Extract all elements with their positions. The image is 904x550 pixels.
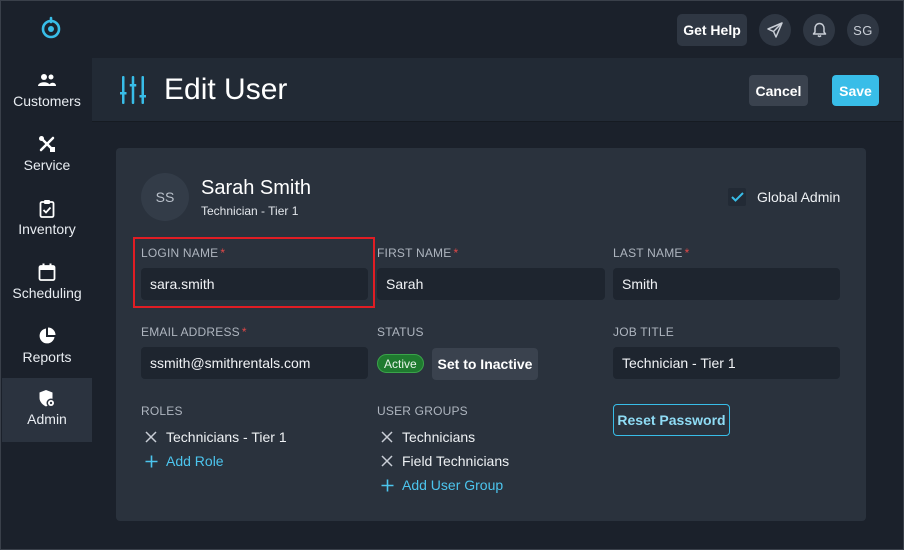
sidebar-item-label: Reports: [22, 349, 72, 365]
sidebar-item-reports[interactable]: Reports: [2, 316, 92, 380]
send-button[interactable]: [759, 14, 791, 46]
sidebar-item-scheduling[interactable]: Scheduling: [2, 252, 92, 316]
add-role-button[interactable]: Add Role: [145, 453, 224, 469]
job-title-label: JOB TITLE: [613, 325, 674, 339]
sliders-icon: [120, 76, 146, 104]
avatar: SS: [141, 173, 189, 221]
last-name-label: LAST NAME *: [613, 246, 690, 260]
close-icon[interactable]: [145, 431, 157, 443]
sidebar-item-service[interactable]: Service: [2, 124, 92, 188]
user-group-chip: Field Technicians: [381, 453, 509, 469]
add-user-group-button[interactable]: Add User Group: [381, 477, 503, 493]
user-avatar-button[interactable]: SG: [847, 14, 879, 46]
login-name-highlight: [133, 237, 375, 308]
close-icon[interactable]: [381, 431, 393, 443]
global-admin-toggle[interactable]: Global Admin: [728, 188, 840, 206]
plus-icon: [145, 455, 158, 467]
sidebar-item-label: Admin: [27, 411, 67, 427]
get-help-button[interactable]: Get Help: [677, 14, 747, 46]
sidebar-item-label: Service: [23, 157, 71, 173]
global-admin-checkbox[interactable]: [728, 188, 746, 206]
save-button[interactable]: Save: [832, 75, 879, 106]
email-field[interactable]: [141, 347, 368, 379]
sidebar-item-label: Inventory: [18, 221, 76, 237]
roles-label: ROLES: [141, 404, 183, 418]
user-name: Sarah Smith: [201, 177, 312, 199]
checkmark-icon: [730, 192, 744, 202]
user-groups-label: USER GROUPS: [377, 404, 468, 418]
notifications-button[interactable]: [803, 14, 835, 46]
set-to-inactive-button[interactable]: Set to Inactive: [432, 348, 538, 380]
first-name-label: FIRST NAME *: [377, 246, 459, 260]
first-name-input[interactable]: [377, 268, 605, 300]
shield-gear-icon: [37, 388, 57, 408]
user-group-chip: Technicians: [381, 429, 475, 445]
page-title: Edit User: [164, 73, 288, 106]
sidebar-item-label: Customers: [13, 93, 81, 109]
status-badge: Active: [377, 354, 424, 373]
user-role: Technician - Tier 1: [201, 204, 299, 218]
people-icon: [37, 70, 57, 90]
last-name-input[interactable]: [613, 268, 840, 300]
sidebar-item-inventory[interactable]: Inventory: [2, 188, 92, 252]
bell-icon: [812, 22, 826, 38]
status-label: STATUS: [377, 325, 424, 339]
cancel-button[interactable]: Cancel: [749, 75, 808, 106]
close-icon[interactable]: [381, 455, 393, 467]
calendar-icon: [37, 262, 57, 282]
pie-chart-icon: [37, 326, 57, 346]
plus-icon: [381, 479, 394, 491]
avatar: SG: [853, 22, 873, 38]
app-logo-icon[interactable]: [40, 16, 62, 40]
reset-password-button[interactable]: Reset Password: [613, 404, 730, 436]
email-label: EMAIL ADDRESS *: [141, 325, 247, 339]
role-chip: Technicians - Tier 1: [145, 429, 287, 445]
job-title-input[interactable]: [613, 347, 840, 379]
global-admin-label: Global Admin: [757, 189, 841, 205]
sidebar-item-admin[interactable]: Admin: [2, 378, 92, 442]
clipboard-check-icon: [37, 198, 57, 218]
page-header: Edit User Cancel Save: [92, 58, 902, 122]
edit-user-card: SS Sarah Smith Technician - Tier 1 Globa…: [116, 148, 866, 521]
sidebar-item-label: Scheduling: [12, 285, 82, 301]
paper-plane-icon: [767, 22, 783, 38]
tools-icon: [37, 134, 57, 154]
sidebar-item-customers[interactable]: Customers: [2, 60, 92, 124]
